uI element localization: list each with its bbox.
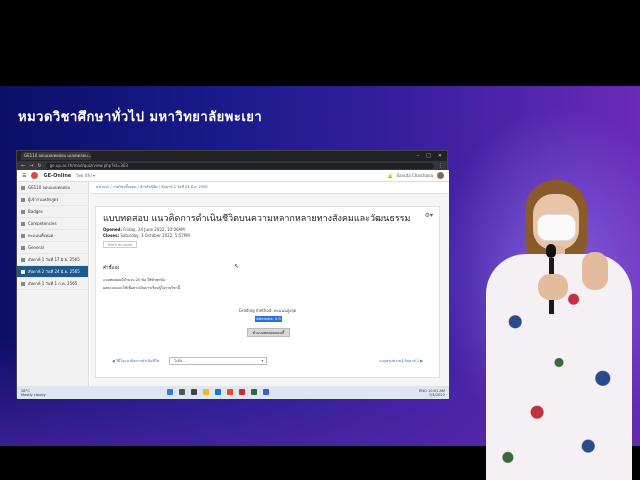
search-icon[interactable] [179, 389, 185, 395]
video-frame: หมวดวิชาศึกษาทั่วไป มหาวิทยาลัยพะเยา GE1… [0, 0, 640, 480]
quiz-dates: Opened: Friday, 24 June 2022, 10:00AM Cl… [103, 227, 190, 239]
presenter-raised-hand [582, 252, 608, 290]
clock-time: 10:01 AM [427, 388, 445, 393]
user-menu[interactable]: 🔔 Sanuta Chaichana [388, 172, 444, 179]
sidebar-item-week2[interactable]: สัปดาห์ 2 วันที่ 24 มิ.ย. 2565 [17, 266, 88, 278]
sidebar-item-label: GE110 จอบแบบทดสอบ [28, 185, 71, 190]
sidebar-item-general[interactable]: General [17, 242, 88, 254]
quiz-card: แบบทดสอบ แนวคิดการดำเนินชีวิตบนความหลากห… [95, 206, 440, 378]
sidebar-item-week1[interactable]: สัปดาห์ 1 วันที่ 17 มิ.ย. 2565 [17, 254, 88, 266]
site-brand[interactable]: GE-Online [43, 173, 71, 179]
check-icon [21, 222, 25, 226]
taskbar-apps [167, 389, 269, 395]
users-icon [21, 198, 25, 202]
top-navbar: ☰ GE-Online ไทย (th) ▾ 🔔 Sanuta Chaichan… [17, 170, 449, 182]
back-icon[interactable]: ← [21, 163, 25, 169]
browser-toolbar: ← → ↻ ge.up.ac.th/mod/quiz/view.php?id=3… [17, 161, 447, 170]
language-menu[interactable]: ไทย (th) ▾ [76, 172, 95, 179]
sidebar-item-label: สัปดาห์ 1 วันที่ 17 มิ.ย. 2565 [28, 257, 80, 262]
folder-icon [21, 246, 25, 250]
menu-icon[interactable]: ⋮ [438, 163, 443, 169]
site-logo[interactable] [31, 172, 39, 179]
weather-text: Mostly cloudy [21, 392, 46, 397]
closes-value: Saturday, 1 October 2022, 5:57PM [120, 233, 190, 238]
weather-widget[interactable]: 28°C Mostly cloudy [21, 389, 46, 397]
forward-icon[interactable]: → [29, 163, 33, 169]
user-name: Sanuta Chaichana [396, 173, 433, 178]
sidebar-item-label: สัปดาห์ 2 วันที่ 24 มิ.ย. 2565 [28, 269, 80, 274]
table-icon [21, 234, 25, 238]
sidebar-item-label: คะแนนทั้งหมด [28, 233, 54, 238]
activity-navigation: ◀ วิดีโอแนวคิดการดำเนินชีวิต ไปยัง... แบ… [96, 357, 439, 365]
gear-icon[interactable]: ⚙▾ [425, 212, 433, 219]
page-title: แบบทดสอบ แนวคิดการดำเนินชีวิตบนความหลากห… [103, 214, 411, 224]
shared-screen: GE110 จอบแบบทดสอบ แบบทดสอบ... – □ ✕ ← → … [16, 150, 449, 399]
next-activity-link[interactable]: แบบสรุปความรู้ สัปดาห์ 2 ▶ [379, 358, 423, 364]
file-explorer-icon[interactable] [203, 389, 209, 395]
reload-icon[interactable]: ↻ [37, 163, 41, 169]
sidebar-item-label: Badges [28, 209, 43, 214]
opened-value: Friday, 24 June 2022, 10:00AM [123, 227, 185, 232]
course-sidebar: GE110 จอบแบบทดสอบ ผู้เข้าร่วมหลักสูตร Ba… [17, 182, 89, 386]
address-bar[interactable]: ge.up.ac.th/mod/quiz/view.php?id=303 [45, 162, 434, 169]
instruction-text: ผลคะแนนจะใช้เพื่อประเมินการเรียนรู้ในราย… [103, 286, 181, 290]
edge-icon[interactable] [215, 389, 221, 395]
maximize-icon[interactable]: □ [426, 153, 431, 159]
sidebar-item-label: General [28, 245, 44, 250]
breadcrumb[interactable]: หน้าแรก / รายวิชาทั้งหมด / สำหรับนิสิต /… [90, 182, 449, 194]
sidebar-item-grades[interactable]: คะแนนทั้งหมด [17, 230, 88, 242]
bell-icon[interactable]: 🔔 [388, 173, 393, 178]
minimize-icon[interactable]: – [417, 153, 420, 159]
sidebar-item-label: สัปดาห์ 1 วันที่ 1 ก.ค. 2565 [28, 281, 78, 286]
presenter [482, 180, 632, 480]
hat-icon [21, 186, 25, 190]
section-heading: คำชี้แจง [103, 266, 120, 271]
windows-start-icon[interactable] [167, 389, 173, 395]
sidebar-item-competencies[interactable]: Competencies [17, 218, 88, 230]
face-mask [537, 214, 576, 241]
closes-label: Closes: [103, 233, 120, 238]
sidebar-item-badges[interactable]: Badges [17, 206, 88, 218]
sidebar-item-label: Competencies [28, 221, 57, 226]
sidebar-item-course[interactable]: GE110 จอบแบบทดสอบ [17, 182, 88, 194]
instruction-text: แบบทดสอบมีจำนวน 20 ข้อ ให้ทำทุกข้อ [103, 278, 165, 282]
folder-icon [21, 270, 25, 274]
browser-tabbar: GE110 จอบแบบทดสอบ แบบทดสอบ... – □ ✕ [17, 151, 447, 161]
chrome-icon[interactable] [227, 389, 233, 395]
presenter-hand [538, 274, 568, 300]
system-tray[interactable]: ENG 10:01 AM 7/4/2022 [419, 389, 445, 397]
prev-activity-link[interactable]: ◀ วิดีโอแนวคิดการดำเนินชีวิต [112, 358, 159, 364]
browser-tab[interactable]: GE110 จอบแบบทดสอบ แบบทดสอบ... [21, 152, 91, 160]
main-content: หน้าแรก / รายวิชาทั้งหมด / สำหรับนิสิต /… [90, 182, 449, 386]
slide-banner: หมวดวิชาศึกษาทั่วไป มหาวิทยาลัยพะเยา [18, 110, 263, 125]
sidebar-item-week3[interactable]: สัปดาห์ 1 วันที่ 1 ก.ค. 2565 [17, 278, 88, 290]
moodle-page: ☰ GE-Online ไทย (th) ▾ 🔔 Sanuta Chaichan… [17, 170, 449, 386]
grading-method: Grading method: คะแนนสูงสุด [238, 308, 297, 313]
input-language[interactable]: ENG [419, 389, 427, 393]
powerpoint-icon[interactable] [239, 389, 245, 395]
attempt-quiz-button[interactable]: ทำแบบทดสอบตอนนี้ [247, 328, 290, 337]
hamburger-icon[interactable]: ☰ [22, 173, 26, 179]
mark-done-button[interactable]: Mark as done [103, 241, 137, 248]
sidebar-item-label: ผู้เข้าร่วมหลักสูตร [28, 197, 59, 202]
avatar[interactable] [437, 172, 444, 179]
window-controls: – □ ✕ [417, 153, 447, 159]
attempts-allowed: Attempts: 0/3 [255, 316, 282, 322]
task-view-icon[interactable] [191, 389, 197, 395]
windows-taskbar: 28°C Mostly cloudy ENG 10:01 AM 7/4/2022 [17, 386, 449, 399]
badge-icon [21, 210, 25, 214]
close-icon[interactable]: ✕ [438, 153, 442, 159]
folder-icon [21, 258, 25, 262]
jump-to-select[interactable]: ไปยัง... [169, 357, 268, 365]
opened-label: Opened: [103, 227, 122, 232]
sidebar-item-participants[interactable]: ผู้เข้าร่วมหลักสูตร [17, 194, 88, 206]
mouse-cursor: ↖ [234, 263, 240, 270]
excel-icon[interactable] [251, 389, 257, 395]
folder-icon [21, 282, 25, 286]
teams-icon[interactable] [263, 389, 269, 395]
clock-date: 7/4/2022 [428, 392, 445, 397]
